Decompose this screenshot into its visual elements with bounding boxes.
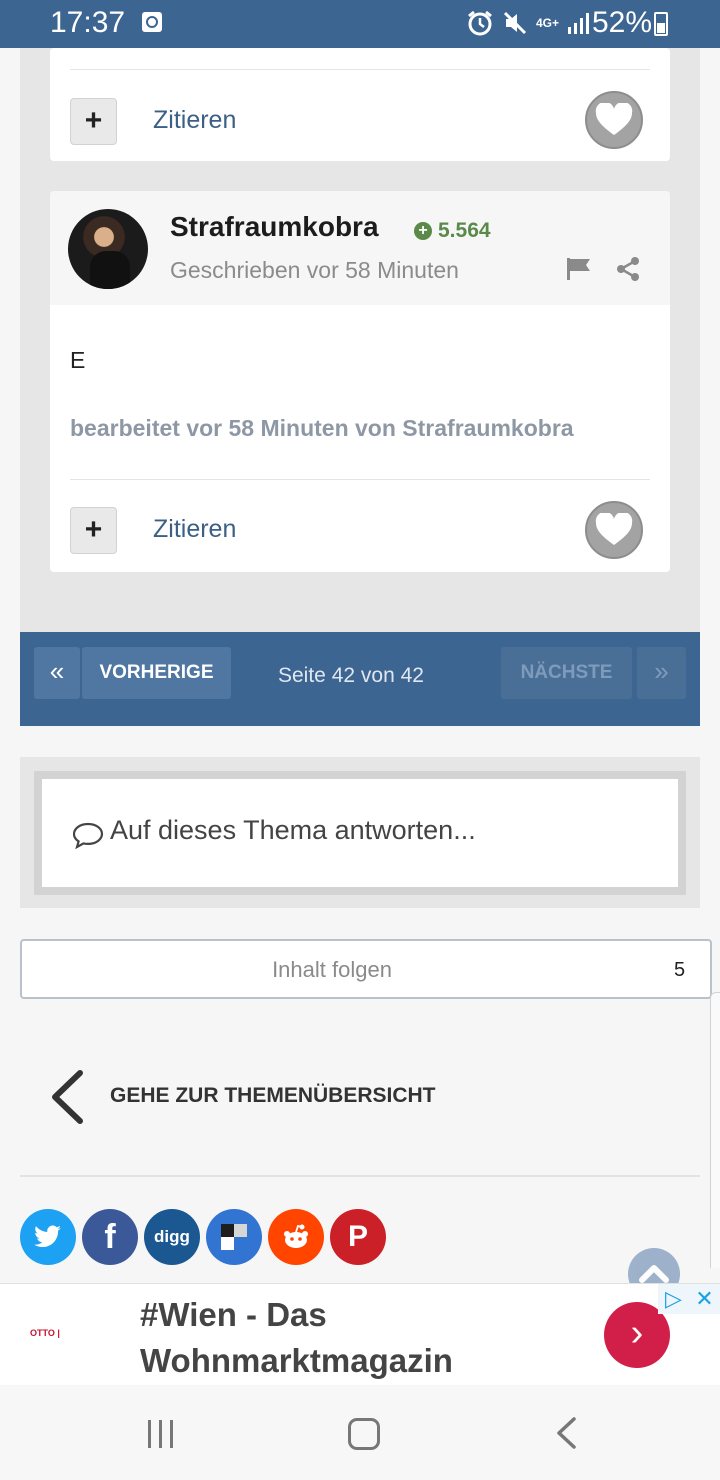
facebook-icon: f (104, 1217, 116, 1256)
reply-area: Auf dieses Thema antworten... (20, 757, 700, 908)
share-buttons: f digg P (20, 1209, 386, 1265)
post-card-previous: + Zitieren (50, 48, 670, 161)
reputation-value: 5.564 (438, 219, 491, 242)
multiquote-button[interactable]: + (70, 507, 117, 554)
advertiser-logo: OTTO | (30, 1328, 60, 1338)
clock-widget-icon (142, 12, 162, 32)
ad-title-line2: Wohnmarktmagazin (140, 1342, 453, 1379)
quote-link[interactable]: Zitieren (153, 515, 236, 544)
first-page-button[interactable]: « (34, 647, 80, 699)
post-body: E (70, 347, 86, 373)
system-nav-bar (0, 1386, 720, 1480)
share-icon[interactable] (616, 257, 640, 281)
status-icons: 4G+ (466, 10, 591, 36)
heart-icon (595, 103, 633, 135)
delicious-icon (221, 1224, 247, 1250)
follow-content-button[interactable]: Inhalt folgen 5 (20, 939, 712, 999)
previous-page-button[interactable]: VORHERIGE (82, 647, 231, 699)
plus-circle-icon: + (414, 222, 432, 240)
ad-banner[interactable]: OTTO | #Wien - Das Wohnmarktmagazin › ▷ … (0, 1283, 720, 1385)
multiquote-button[interactable]: + (70, 98, 117, 145)
digg-icon: digg (154, 1227, 190, 1246)
reddit-share-button[interactable] (268, 1209, 324, 1265)
twitter-icon (34, 1225, 61, 1248)
avatar[interactable] (68, 209, 148, 289)
last-page-button: » (637, 647, 686, 699)
side-panel-edge (710, 992, 720, 1268)
battery-percent: 52% (592, 6, 653, 39)
follow-label: Inhalt folgen (272, 957, 392, 982)
reddit-icon (284, 1224, 308, 1248)
next-page-button: NÄCHSTE (501, 647, 632, 699)
digg-share-button[interactable]: digg (144, 1209, 200, 1265)
ad-title: #Wien - Das Wohnmarktmagazin (140, 1292, 453, 1384)
like-button[interactable] (585, 501, 643, 559)
pagination-bar: « VORHERIGE Seite 42 von 42 NÄCHSTE » (20, 632, 700, 726)
delicious-share-button[interactable] (206, 1209, 262, 1265)
chevron-left-icon (52, 1070, 83, 1124)
post-header: Strafraumkobra + 5.564 Geschrieben vor 5… (50, 191, 670, 305)
author-name[interactable]: Strafraumkobra (170, 211, 379, 243)
battery-icon (654, 12, 668, 36)
edited-note: bearbeitet vor 58 Minuten von Strafraumk… (70, 415, 574, 441)
network-type: 4G+ (536, 16, 560, 30)
back-label: GEHE ZUR THEMENÜBERSICHT (110, 1084, 436, 1107)
ad-title-line1: #Wien - Das (140, 1296, 327, 1333)
reply-placeholder: Auf dieses Thema antworten... (110, 815, 476, 845)
divider (70, 479, 650, 480)
pinterest-share-button[interactable]: P (330, 1209, 386, 1265)
quote-link[interactable]: Zitieren (153, 106, 236, 135)
speech-bubble-icon (72, 822, 104, 849)
ad-choices-icon[interactable]: ▷ (658, 1284, 689, 1314)
divider (70, 69, 650, 70)
reply-input[interactable]: Auf dieses Thema antworten... (34, 771, 686, 895)
status-bar: 17:37 4G+ 52% (0, 0, 720, 48)
pinterest-icon: P (347, 1220, 368, 1253)
heart-icon (595, 513, 633, 545)
post-timestamp: Geschrieben vor 58 Minuten (170, 257, 459, 283)
like-button[interactable] (585, 91, 643, 149)
mute-icon (503, 11, 527, 35)
twitter-share-button[interactable] (20, 1209, 76, 1265)
facebook-share-button[interactable]: f (82, 1209, 138, 1265)
signal-icon (568, 13, 590, 34)
page-indicator[interactable]: Seite 42 von 42 (278, 664, 424, 688)
status-time: 17:37 (50, 6, 126, 39)
recents-button[interactable] (148, 1420, 173, 1448)
ad-choices[interactable]: ▷ ✕ (658, 1284, 720, 1314)
reputation-badge: + 5.564 (414, 219, 491, 243)
flag-icon[interactable] (566, 257, 592, 281)
ad-close-icon[interactable]: ✕ (689, 1284, 720, 1314)
post-card: Strafraumkobra + 5.564 Geschrieben vor 5… (50, 191, 670, 572)
alarm-icon (468, 10, 492, 36)
divider (20, 1175, 700, 1177)
follower-count: 5 (674, 959, 686, 981)
back-arrow-icon[interactable] (554, 1416, 578, 1450)
back-to-topics-link[interactable]: GEHE ZUR THEMENÜBERSICHT (50, 1070, 470, 1124)
home-button[interactable] (348, 1418, 380, 1450)
